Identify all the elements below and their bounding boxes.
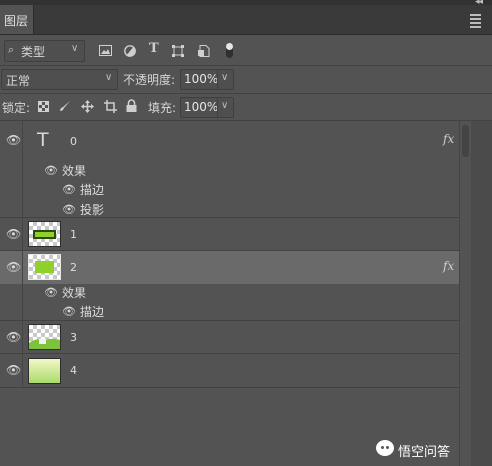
layer-row-0[interactable]: 👁 T 0 fx ^ 👁 效果 👁 描边 👁 投影 — [0, 121, 470, 217]
opacity-label: 不透明度: — [123, 73, 176, 87]
effect-eye-icon[interactable]: 👁 — [62, 203, 76, 216]
layer-row-4[interactable]: 👁 4 — [0, 354, 459, 387]
effects-label: 效果 — [62, 164, 87, 178]
opacity-dropdown[interactable]: ∨ — [217, 69, 234, 90]
search-icon: ⌕ — [8, 43, 15, 56]
fx-icon[interactable]: fx — [443, 259, 454, 273]
filter-type-label: 类型 — [21, 45, 46, 59]
panel-tab-bar: 图层 — [0, 5, 492, 35]
visibility-eye-icon[interactable]: 👁 — [6, 363, 21, 377]
opacity-value: 100% — [184, 72, 219, 86]
visibility-eye-icon[interactable]: 👁 — [6, 330, 21, 344]
scrollbar-thumb[interactable] — [462, 125, 469, 157]
panel-right-gutter — [470, 121, 492, 466]
watermark-logo-icon — [376, 440, 394, 456]
layer-divider — [0, 387, 459, 388]
visibility-eye-icon[interactable]: 👁 — [6, 133, 21, 147]
fill-field[interactable]: 100% — [180, 97, 219, 118]
visibility-eye-icon[interactable]: 👁 — [6, 227, 21, 241]
image-filter-icon[interactable] — [99, 45, 112, 56]
adjustment-filter-icon[interactable] — [124, 45, 136, 57]
watermark-text: 悟空问答 — [398, 445, 451, 460]
blend-mode-select[interactable]: 正常 ∨ — [1, 69, 118, 90]
lock-label: 锁定: — [2, 101, 31, 115]
blend-mode-value: 正常 — [6, 74, 31, 88]
panel-menu-icon[interactable] — [470, 14, 481, 30]
layer-thumbnail — [28, 324, 61, 350]
tab-layers[interactable]: 图层 — [0, 5, 34, 34]
layer-thumbnail-art — [35, 261, 54, 273]
filter-type-select[interactable]: ⌕ 类型 ∨ — [4, 40, 85, 62]
layer-name[interactable]: 0 — [70, 135, 77, 148]
chevron-down-icon: ∨ — [105, 72, 113, 83]
layer-2-effects: 👁 效果 👁 描边 — [0, 284, 459, 320]
layer-thumbnail — [28, 254, 61, 280]
layer-row-3[interactable]: 👁 3 — [0, 321, 459, 353]
lock-row: 锁定: 填充: 100% ∨ — [0, 94, 492, 121]
layer-name[interactable]: 2 — [70, 261, 77, 274]
effect-stroke-label: 描边 — [80, 305, 105, 319]
layer-thumbnail — [28, 221, 61, 247]
filter-row: ⌕ 类型 ∨ T — [0, 35, 492, 66]
filter-toggle-switch[interactable] — [226, 43, 233, 58]
effects-label: 效果 — [62, 286, 87, 300]
layer-thumbnail-art — [29, 338, 60, 349]
type-filter-icon[interactable]: T — [149, 41, 159, 56]
lock-transparent-pixels-icon[interactable] — [38, 101, 49, 112]
lock-all-icon[interactable] — [126, 99, 137, 112]
effect-eye-icon[interactable]: 👁 — [62, 183, 76, 196]
fx-icon[interactable]: fx — [443, 132, 454, 146]
effects-eye-icon[interactable]: 👁 — [44, 286, 58, 299]
blend-row: 正常 ∨ 不透明度: 100% ∨ — [0, 66, 492, 94]
visibility-eye-icon[interactable]: 👁 — [6, 260, 21, 274]
layer-name[interactable]: 3 — [70, 331, 77, 344]
effect-shadow-label: 投影 — [80, 203, 105, 217]
lock-artboard-icon[interactable] — [104, 100, 117, 113]
effect-eye-icon[interactable]: 👁 — [62, 305, 76, 318]
chevron-down-icon: ∨ — [71, 43, 79, 54]
opacity-field[interactable]: 100% — [180, 69, 219, 90]
shape-filter-icon[interactable] — [172, 45, 184, 57]
eye-column — [0, 284, 23, 320]
smart-object-filter-icon[interactable] — [198, 45, 210, 57]
layers-scrollbar[interactable] — [459, 121, 471, 466]
chevron-down-icon: ∨ — [221, 72, 229, 83]
lock-image-pixels-icon[interactable] — [59, 100, 71, 112]
text-layer-thumb-icon: T — [37, 129, 49, 151]
layer-name[interactable]: 4 — [70, 364, 77, 377]
layer-thumbnail-art — [33, 230, 56, 239]
fill-label: 填充: — [148, 101, 177, 115]
layer-name[interactable]: 1 — [70, 228, 77, 241]
chevron-down-icon: ∨ — [221, 100, 229, 111]
lock-position-icon[interactable] — [81, 100, 94, 113]
effect-stroke-label: 描边 — [80, 183, 105, 197]
tab-layers-label: 图层 — [4, 14, 29, 28]
fill-value: 100% — [184, 100, 219, 114]
effects-eye-icon[interactable]: 👁 — [44, 164, 58, 177]
layer-thumbnail — [28, 358, 61, 384]
layer-row-1[interactable]: 👁 1 — [0, 218, 459, 250]
fill-dropdown[interactable]: ∨ — [217, 97, 234, 118]
layer-row-2-selected[interactable]: 👁 2 fx ^ — [0, 251, 470, 284]
